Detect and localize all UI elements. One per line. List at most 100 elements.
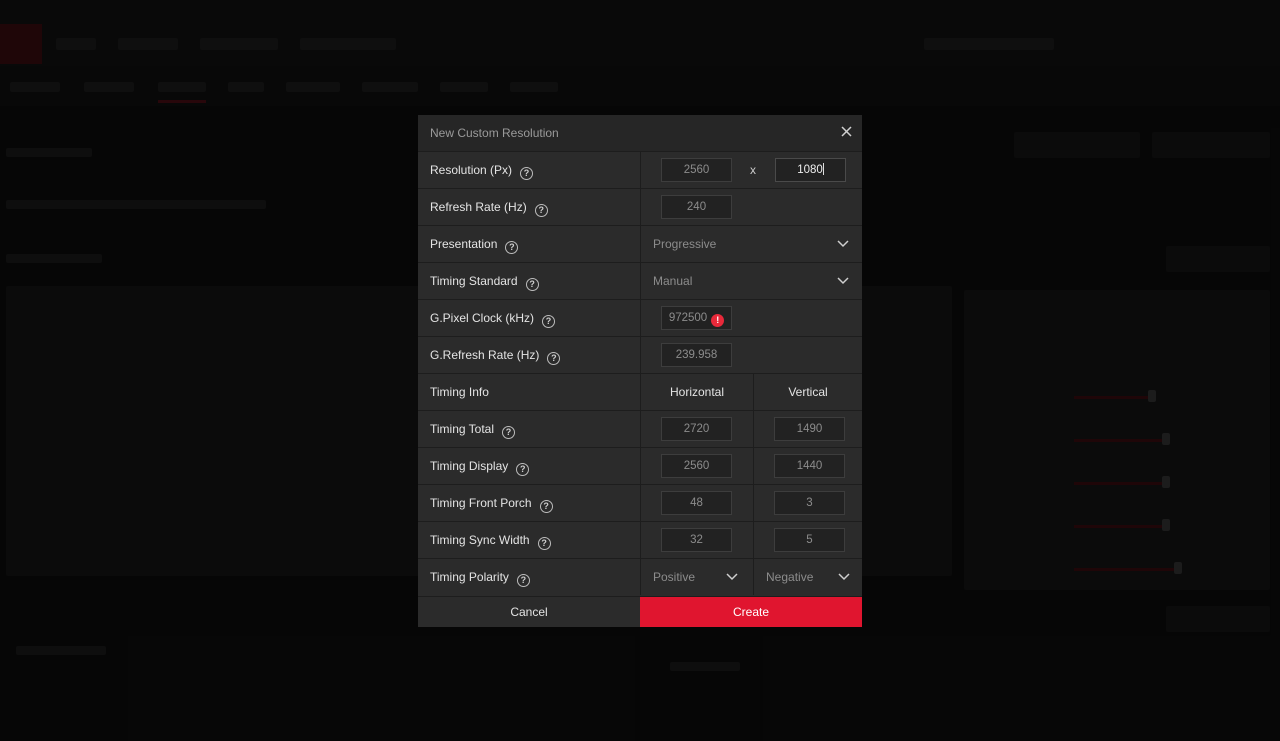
resolution-width-input[interactable]: 2560 [661, 158, 732, 182]
column-divider [640, 189, 641, 225]
help-icon[interactable]: ? [525, 278, 539, 291]
dialog-title: New Custom Resolution [430, 126, 559, 140]
dialog-footer: Cancel Create [418, 596, 862, 627]
row-label-cell: Timing Standard? [418, 263, 640, 299]
refresh-rate-label: Refresh Rate (Hz) [430, 200, 527, 214]
pixel-clock-input[interactable]: 972500! [661, 306, 732, 330]
timing-total-vertical-input[interactable]: 1490 [774, 417, 845, 441]
timing-total-horizontal-input[interactable]: 2720 [661, 417, 732, 441]
timing-sync-width-label: Timing Sync Width [430, 533, 530, 547]
row-label-cell: Timing Display? [418, 448, 640, 484]
row-timing-standard: Timing Standard? Manual [418, 262, 862, 299]
row-resolution: Resolution (Px)? 2560 x 1080 [418, 151, 862, 188]
column-divider [753, 522, 754, 558]
row-label-wrap: Timing Total? [430, 422, 516, 439]
chevron-down-icon [726, 573, 738, 581]
dialog-header: New Custom Resolution [418, 115, 862, 151]
row-label-wrap: Timing Polarity? [430, 570, 530, 587]
row-timing-info: Timing Info Horizontal Vertical [418, 373, 862, 410]
row-label-cell: G.Refresh Rate (Hz)? [418, 337, 640, 373]
warning-icon[interactable]: ! [711, 314, 725, 327]
timing-front-porch-horizontal-input[interactable]: 48 [661, 491, 732, 515]
custom-resolution-dialog: New Custom Resolution Resolution (Px)? 2… [418, 115, 862, 627]
column-divider [640, 522, 641, 558]
horizontal-polarity-dropdown[interactable]: Positive [641, 559, 753, 595]
timing-polarity-label: Timing Polarity [430, 570, 509, 584]
help-icon[interactable]: ? [505, 241, 519, 254]
presentation-label: Presentation [430, 237, 498, 251]
row-timing-front-porch: Timing Front Porch? 48 3 [418, 484, 862, 521]
help-icon[interactable]: ? [520, 167, 534, 180]
help-icon[interactable]: ? [539, 500, 553, 513]
pixel-clock-value: 972500 [668, 312, 708, 324]
row-label-wrap: Timing Front Porch? [430, 496, 553, 513]
row-label-cell: Presentation? [418, 226, 640, 262]
timing-standard-selected: Manual [653, 274, 693, 288]
presentation-dropdown[interactable]: Progressive [641, 226, 862, 262]
row-label-cell: Resolution (Px)? [418, 152, 640, 188]
help-icon[interactable]: ? [534, 204, 548, 217]
row-timing-display: Timing Display? 2560 1440 [418, 447, 862, 484]
resolution-label: Resolution (Px) [430, 163, 513, 177]
column-divider [640, 300, 641, 336]
timing-standard-dropdown[interactable]: Manual [641, 263, 862, 299]
row-label-wrap: G.Pixel Clock (kHz)? [430, 311, 556, 328]
row-label-cell: Timing Sync Width? [418, 522, 640, 558]
resolution-height-value: 1080 [797, 164, 823, 176]
row-pixel-clock: G.Pixel Clock (kHz)? 972500! [418, 299, 862, 336]
row-timing-total: Timing Total? 2720 1490 [418, 410, 862, 447]
row-label-wrap: Timing Standard? [430, 274, 539, 291]
timing-info-label: Timing Info [430, 385, 489, 399]
help-icon[interactable]: ? [542, 315, 556, 328]
horizontal-column-header: Horizontal [669, 385, 725, 399]
pixel-clock-label: G.Pixel Clock (kHz) [430, 311, 535, 325]
column-divider [753, 485, 754, 521]
g-refresh-rate-label: G.Refresh Rate (Hz) [430, 348, 540, 362]
timing-front-porch-label: Timing Front Porch [430, 496, 532, 510]
presentation-selected: Progressive [653, 237, 717, 251]
column-divider [640, 448, 641, 484]
row-presentation: Presentation? Progressive [418, 225, 862, 262]
timing-display-vertical-input[interactable]: 1440 [774, 454, 845, 478]
chevron-down-icon [837, 240, 849, 248]
timing-display-horizontal-input[interactable]: 2560 [661, 454, 732, 478]
help-icon[interactable]: ? [502, 426, 516, 439]
help-icon[interactable]: ? [516, 463, 530, 476]
help-icon[interactable]: ? [516, 574, 530, 587]
column-divider [640, 152, 641, 188]
column-divider [640, 337, 641, 373]
vertical-polarity-dropdown[interactable]: Negative [754, 559, 862, 595]
timing-sync-width-vertical-input[interactable]: 5 [774, 528, 845, 552]
g-refresh-rate-input[interactable]: 239.958 [661, 343, 732, 367]
row-label-cell: Refresh Rate (Hz)? [418, 189, 640, 225]
timing-standard-label: Timing Standard [430, 274, 518, 288]
create-button[interactable]: Create [640, 597, 862, 627]
close-icon[interactable] [836, 123, 856, 143]
column-divider [640, 485, 641, 521]
chevron-down-icon [838, 573, 850, 581]
resolution-height-input[interactable]: 1080 [775, 158, 846, 182]
column-divider [753, 411, 754, 447]
timing-total-label: Timing Total [430, 422, 495, 436]
timing-sync-width-horizontal-input[interactable]: 32 [661, 528, 732, 552]
vertical-column-header: Vertical [788, 385, 828, 399]
cancel-button[interactable]: Cancel [418, 597, 640, 627]
help-icon[interactable]: ? [537, 537, 551, 550]
refresh-rate-input[interactable]: 240 [661, 195, 732, 219]
timing-display-label: Timing Display [430, 459, 509, 473]
row-refresh-rate: Refresh Rate (Hz)? 240 [418, 188, 862, 225]
chevron-down-icon [837, 277, 849, 285]
row-label-cell: Timing Info [418, 374, 640, 410]
vertical-polarity-selected: Negative [766, 570, 814, 584]
resolution-separator: x [750, 163, 756, 177]
column-divider [753, 448, 754, 484]
column-divider [640, 411, 641, 447]
row-timing-sync-width: Timing Sync Width? 32 5 [418, 521, 862, 558]
row-timing-polarity: Timing Polarity? Positive Negative [418, 558, 862, 595]
row-label-wrap: Timing Sync Width? [430, 533, 551, 550]
help-icon[interactable]: ? [547, 352, 561, 365]
timing-front-porch-vertical-input[interactable]: 3 [774, 491, 845, 515]
row-label-cell: Timing Total? [418, 411, 640, 447]
row-label-wrap: Refresh Rate (Hz)? [430, 200, 548, 217]
row-label-wrap: G.Refresh Rate (Hz)? [430, 348, 561, 365]
